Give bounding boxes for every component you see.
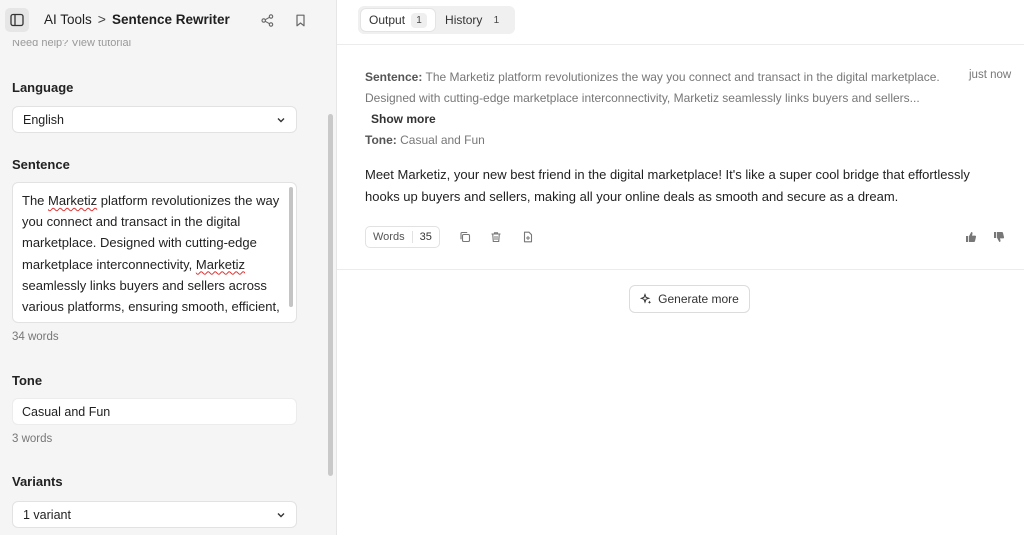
bookmark-button[interactable] [291, 11, 309, 29]
export-icon [523, 231, 533, 243]
timestamp: just now [969, 69, 1012, 81]
copy-icon [460, 231, 471, 243]
thumbs-up-icon [966, 232, 977, 242]
generate-more-label: Generate more [658, 292, 739, 306]
share-button[interactable] [258, 11, 276, 29]
bookmark-icon [295, 14, 305, 26]
main-panel: Output 1 History 1 Sentence: The Marketi… [337, 0, 1024, 535]
result-input-summary: Sentence: The Marketiz platform revoluti… [365, 67, 945, 151]
language-label: Language [12, 80, 74, 95]
tab-bar: Output 1 History 1 [358, 6, 516, 34]
show-more-link[interactable]: Show more [371, 112, 436, 126]
tab-output[interactable]: Output 1 [361, 9, 436, 31]
thumbs-up-button[interactable] [964, 230, 978, 244]
language-select[interactable]: English [12, 106, 297, 133]
sentence-text: The Marketiz platform revolutionizes the… [22, 193, 280, 322]
thumbs-down-button[interactable] [992, 230, 1006, 244]
sidebar-scrollbar[interactable] [328, 114, 333, 476]
variants-select[interactable]: 1 variant [12, 501, 297, 528]
divider [337, 269, 1024, 270]
sentence-summary-text: The Marketiz platform revolutionizes the… [365, 70, 940, 105]
top-bar: AI Tools > Sentence Rewriter [0, 0, 336, 40]
rewritten-sentence: Meet Marketiz, your new best friend in t… [365, 167, 970, 204]
tone-label: Tone [12, 373, 43, 388]
left-panel: AI Tools > Sentence Rewriter Need help? … [0, 0, 337, 535]
sentence-summary-label: Sentence: [365, 70, 423, 84]
tone-summary: Tone: Casual and Fun [365, 130, 945, 151]
chevron-down-icon [277, 512, 285, 517]
chevron-right-icon: > [97, 11, 106, 27]
breadcrumb-parent[interactable]: AI Tools [44, 12, 92, 27]
sidebar-toggle-icon [10, 13, 24, 27]
thumbs-down-icon [994, 232, 1005, 242]
tab-history[interactable]: History 1 [437, 9, 512, 31]
variants-value: 1 variant [23, 507, 71, 522]
tutorial-link[interactable]: Need help? View tutorial [12, 39, 131, 48]
variants-label: Variants [12, 474, 63, 489]
sparkle-icon [640, 293, 652, 304]
tone-word-count: 3 words [12, 433, 53, 445]
delete-button[interactable] [489, 230, 503, 244]
divider [337, 44, 1024, 45]
page-title: Sentence Rewriter [111, 11, 230, 27]
tone-summary-label: Tone: [365, 133, 397, 147]
trash-icon [491, 232, 501, 243]
word-count-badge: Words 35 [365, 226, 440, 248]
tone-value: Casual and Fun [22, 404, 111, 419]
sentence-word-count: 34 words [12, 331, 59, 343]
copy-button[interactable] [458, 230, 472, 244]
language-value: English [23, 112, 64, 127]
sentence-label: Sentence [12, 157, 70, 172]
tab-history-count: 1 [488, 12, 505, 28]
word-count-label: Words [366, 231, 413, 243]
sentence-summary: Sentence: The Marketiz platform revoluti… [365, 67, 945, 130]
chevron-down-icon [277, 117, 285, 122]
sentence-textarea[interactable]: The Marketiz platform revolutionizes the… [12, 182, 297, 323]
tone-summary-value: Casual and Fun [400, 133, 485, 147]
generate-more-button[interactable]: Generate more [629, 285, 750, 313]
tab-history-label: History [445, 13, 483, 27]
share-icon [260, 13, 273, 27]
tab-output-label: Output [369, 13, 406, 27]
textarea-scrollbar[interactable] [289, 187, 293, 307]
tone-input[interactable]: Casual and Fun [12, 398, 297, 425]
tab-output-count: 1 [411, 12, 428, 28]
export-button[interactable] [521, 230, 535, 244]
sidebar-toggle-button[interactable] [5, 8, 29, 32]
breadcrumb: AI Tools > Sentence Rewriter [44, 11, 230, 27]
word-count-value: 35 [419, 231, 432, 243]
